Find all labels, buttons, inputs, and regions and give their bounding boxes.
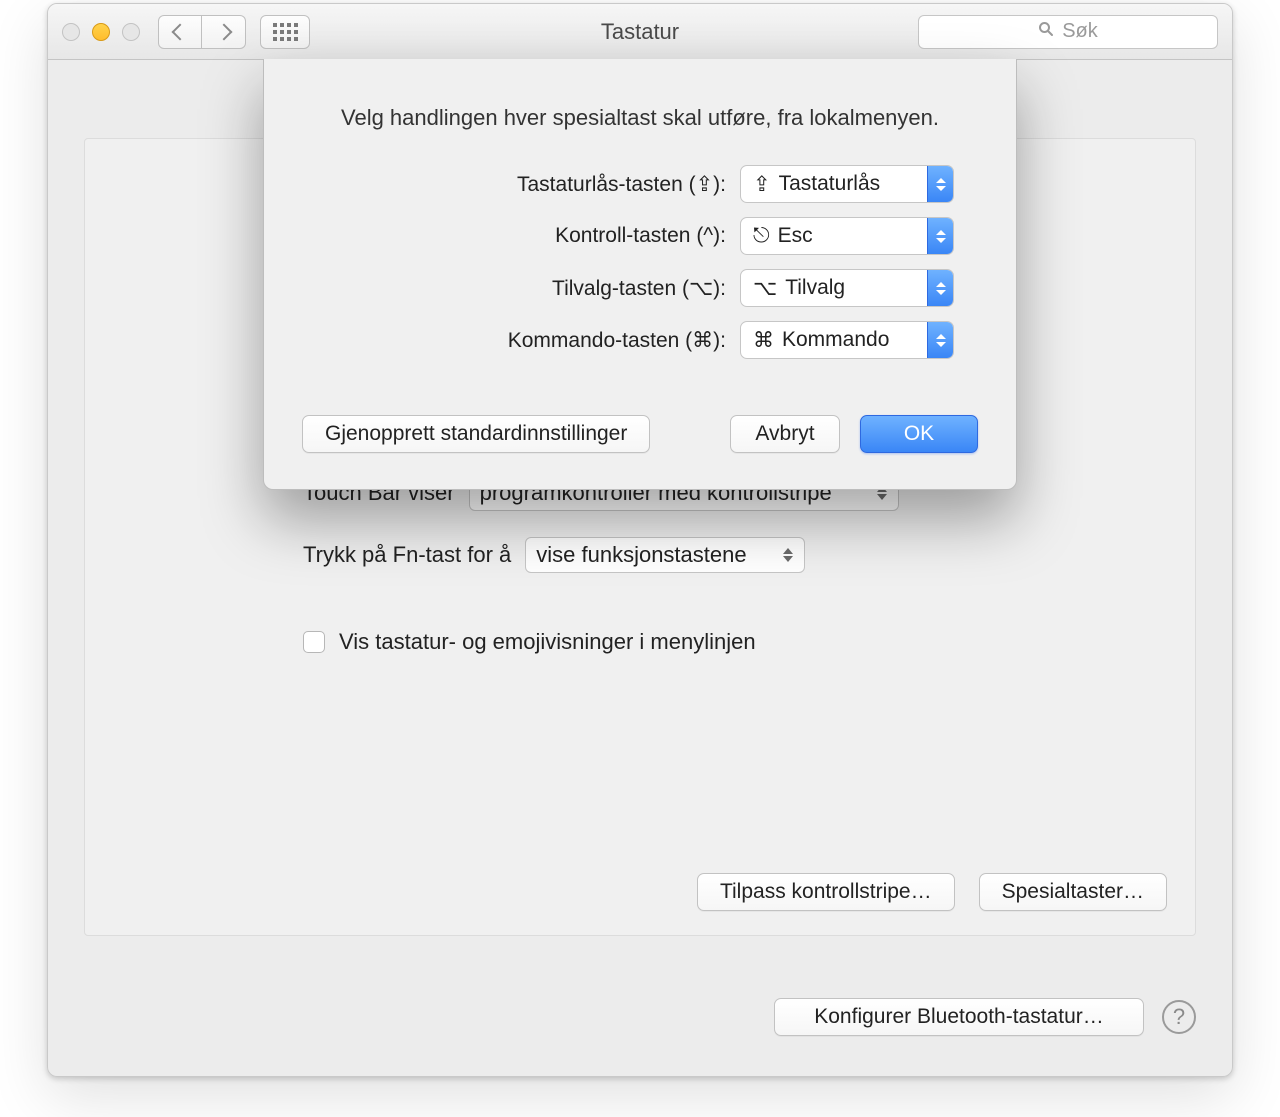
titlebar: Tastatur Søk bbox=[48, 4, 1232, 60]
command-select[interactable]: ⌘ Kommando bbox=[740, 321, 954, 359]
ok-button[interactable]: OK bbox=[860, 415, 978, 453]
fn-key-select[interactable]: vise funksjonstastene bbox=[525, 537, 805, 573]
body: Touch Bar viser programkontroller med ko… bbox=[48, 60, 1232, 1076]
command-value: Kommando bbox=[782, 328, 889, 352]
traffic-lights bbox=[62, 23, 140, 41]
capslock-value: Tastaturlås bbox=[779, 172, 881, 196]
capslock-label: Tastaturlås-tasten (⇪): bbox=[326, 172, 740, 197]
capslock-select[interactable]: ⇪ Tastaturlås bbox=[740, 165, 954, 203]
modifier-keys-button[interactable]: Spesialtaster… bbox=[979, 873, 1167, 911]
popup-arrow-icon bbox=[927, 270, 953, 306]
show-all-prefs-button[interactable] bbox=[260, 15, 310, 49]
fn-key-label: Trykk på Fn-tast for å bbox=[303, 542, 511, 568]
search-placeholder: Søk bbox=[1062, 20, 1098, 43]
chevron-left-icon bbox=[172, 23, 189, 40]
control-value: Esc bbox=[778, 224, 813, 248]
option-value: Tilvalg bbox=[785, 276, 845, 300]
preferences-window: Tastatur Søk Touch Bar viser programkont… bbox=[47, 3, 1233, 1077]
control-select[interactable]: ⎋ Esc bbox=[740, 217, 954, 255]
popup-arrow-icon bbox=[927, 322, 953, 358]
popup-arrow-icon bbox=[927, 218, 953, 254]
zoom-window-button[interactable] bbox=[122, 23, 140, 41]
modifier-keys-sheet: Velg handlingen hver spesialtast skal ut… bbox=[263, 59, 1017, 490]
grid-icon bbox=[273, 23, 298, 41]
forward-button[interactable] bbox=[202, 15, 246, 49]
command-icon: ⌘ bbox=[753, 328, 774, 353]
fn-key-select-value: vise funksjonstastene bbox=[536, 542, 772, 568]
back-button[interactable] bbox=[158, 15, 202, 49]
updown-icon bbox=[782, 548, 794, 562]
search-icon bbox=[1038, 20, 1054, 43]
restore-defaults-button[interactable]: Gjenopprett standardinnstillinger bbox=[302, 415, 650, 453]
escape-icon: ⎋ bbox=[753, 224, 770, 248]
popup-arrow-icon bbox=[927, 166, 953, 202]
option-icon: ⌥ bbox=[753, 276, 777, 301]
sheet-title: Velg handlingen hver spesialtast skal ut… bbox=[302, 105, 978, 131]
option-select[interactable]: ⌥ Tilvalg bbox=[740, 269, 954, 307]
help-button[interactable]: ? bbox=[1162, 1000, 1196, 1034]
capslock-icon: ⇪ bbox=[753, 172, 771, 197]
show-keyboard-emoji-checkbox[interactable] bbox=[303, 631, 325, 653]
customize-control-strip-button[interactable]: Tilpass kontrollstripe… bbox=[697, 873, 955, 911]
minimize-window-button[interactable] bbox=[92, 23, 110, 41]
show-keyboard-emoji-label: Vis tastatur- og emojivisninger i menyli… bbox=[339, 629, 756, 655]
nav-back-forward bbox=[158, 15, 246, 49]
command-label: Kommando-tasten (⌘): bbox=[326, 328, 740, 353]
option-label: Tilvalg-tasten (⌥): bbox=[326, 276, 740, 301]
cancel-button[interactable]: Avbryt bbox=[730, 415, 840, 453]
search-input[interactable]: Søk bbox=[918, 15, 1218, 49]
chevron-right-icon bbox=[215, 23, 232, 40]
close-window-button[interactable] bbox=[62, 23, 80, 41]
control-label: Kontroll-tasten (^): bbox=[326, 224, 740, 248]
configure-bluetooth-keyboard-button[interactable]: Konfigurer Bluetooth-tastatur… bbox=[774, 998, 1144, 1036]
